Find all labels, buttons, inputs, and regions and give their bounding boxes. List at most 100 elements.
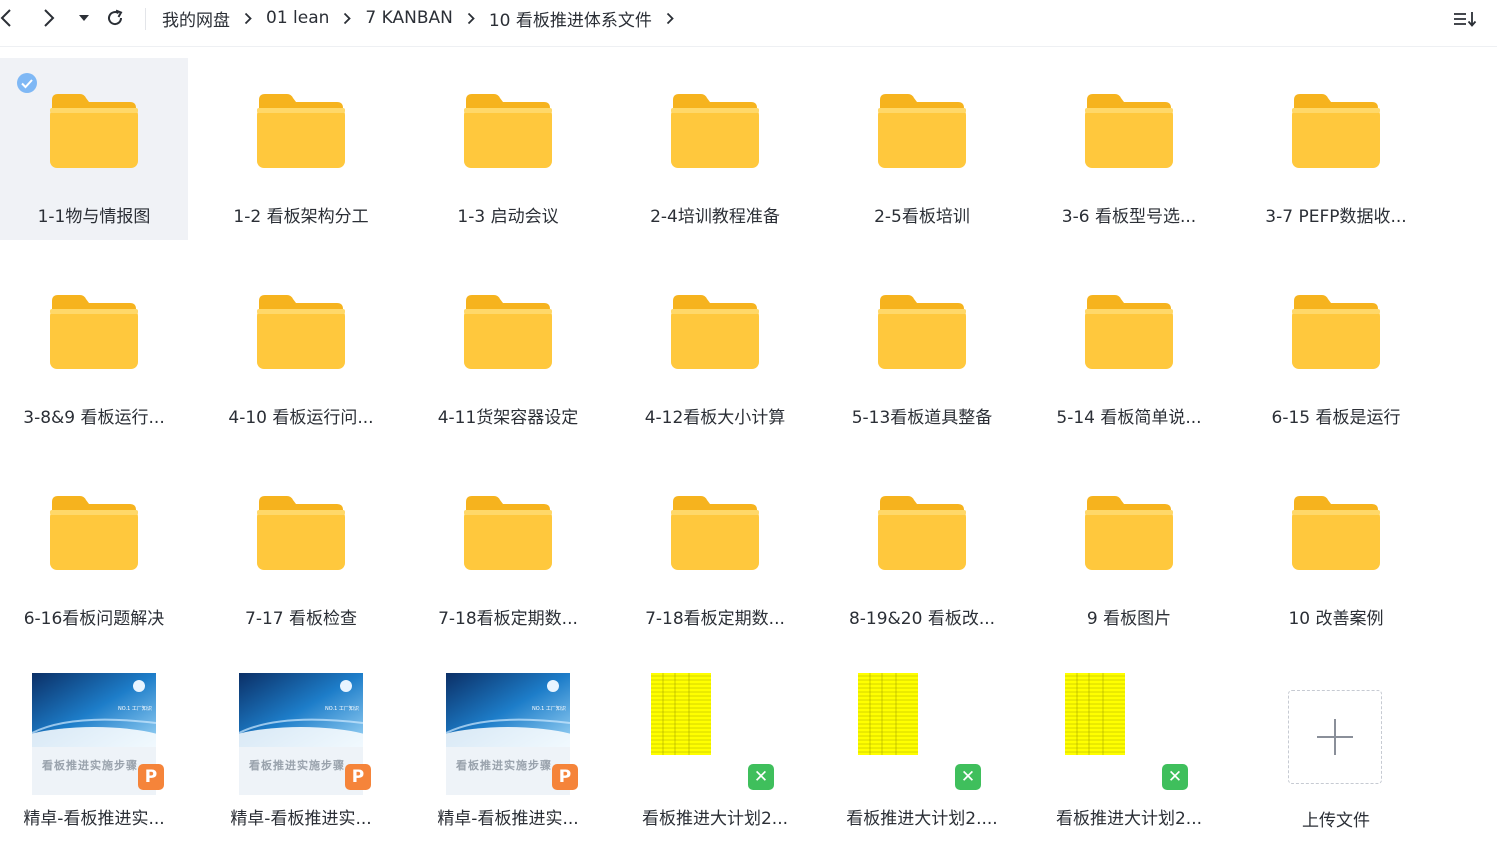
ppt-preview-subtitle: NO.1 工厂知识 (118, 706, 152, 712)
history-dropdown-button[interactable] (76, 4, 92, 32)
folder-icon (878, 94, 966, 168)
folder-thumbnail (414, 460, 602, 600)
folder-thumbnail (621, 58, 809, 198)
folder-name: 4-10 看板运行问... (228, 408, 374, 428)
folder-item[interactable]: 7-17 看板检查 (207, 460, 395, 642)
folder-name: 7-17 看板检查 (245, 609, 357, 629)
excel-file-item[interactable]: ✕ 看板推进大计划2... (1035, 660, 1223, 842)
folder-icon (464, 94, 552, 168)
folder-item[interactable]: 3-7 PEFP数据收... (1242, 58, 1430, 240)
excel-file-badge: ✕ (748, 764, 774, 790)
breadcrumb-item-current[interactable]: 10 看板推进体系文件 (489, 6, 652, 31)
ppt-preview-subtitle: NO.1 工厂知识 (325, 706, 359, 712)
folder-thumbnail (414, 259, 602, 399)
ppt-preview-subtitle: NO.1 工厂知识 (532, 706, 566, 712)
refresh-icon (108, 9, 123, 26)
sort-button[interactable] (1451, 6, 1479, 32)
file-thumbnail: ✕ (621, 660, 809, 800)
folder-item[interactable]: 6-16看板问题解决 (0, 460, 188, 642)
folder-icon (1292, 94, 1380, 168)
folder-icon (257, 94, 345, 168)
folder-name: 1-2 看板架构分工 (233, 207, 369, 227)
folder-name: 4-11货架容器设定 (437, 408, 579, 428)
file-thumbnail: ✕ (828, 660, 1016, 800)
excel-file-item[interactable]: ✕ 看板推进大计划2.... (828, 660, 1016, 842)
folder-name: 5-13看板道具整备 (851, 408, 993, 428)
folder-icon (257, 295, 345, 369)
file-name: 看板推进大计划2... (641, 809, 789, 829)
ppt-file-item[interactable]: NO.1 工厂知识 看板推进实施步骤 P 精卓-看板推进实... (414, 660, 602, 842)
chevron-left-icon (0, 9, 11, 27)
chevron-right-icon (244, 12, 252, 25)
folder-item[interactable]: 8-19&20 看板改... (828, 460, 1016, 642)
ppt-file-item[interactable]: NO.1 工厂知识 看板推进实施步骤 P 精卓-看板推进实... (0, 660, 188, 842)
folder-item[interactable]: 7-18看板定期数... (621, 460, 809, 642)
ppt-file-item[interactable]: NO.1 工厂知识 看板推进实施步骤 P 精卓-看板推进实... (207, 660, 395, 842)
excel-file-item[interactable]: ✕ 看板推进大计划2... (621, 660, 809, 842)
chevron-right-icon (467, 12, 475, 25)
breadcrumb-item-kanban[interactable]: 7 KANBAN (365, 8, 452, 28)
ppt-file-badge: P (345, 764, 371, 790)
file-name: 看板推进大计划2.... (846, 809, 998, 829)
folder-thumbnail (414, 58, 602, 198)
excel-preview (651, 673, 711, 755)
folder-thumbnail (207, 58, 395, 198)
excel-file-badge: ✕ (955, 764, 981, 790)
folder-item[interactable]: 2-5看板培训 (828, 58, 1016, 240)
folder-item[interactable]: 10 改善案例 (1242, 460, 1430, 642)
chevron-right-icon (44, 9, 55, 27)
folder-name: 9 看板图片 (1086, 609, 1172, 629)
file-name: 看板推进大计划2... (1055, 809, 1203, 829)
folder-thumbnail (1035, 460, 1223, 600)
folder-icon (1085, 295, 1173, 369)
folder-item[interactable]: 6-15 看板是运行 (1242, 259, 1430, 441)
ppt-preview-title: 看板推进实施步骤 (42, 759, 138, 772)
file-thumbnail: NO.1 工厂知识 看板推进实施步骤 P (207, 660, 395, 800)
folder-item[interactable]: 5-14 看板简单说... (1035, 259, 1223, 441)
refresh-button[interactable] (104, 4, 126, 32)
upload-button[interactable] (1288, 690, 1382, 784)
folder-name: 6-15 看板是运行 (1271, 408, 1401, 428)
plus-icon (1317, 719, 1353, 755)
forward-button[interactable] (38, 4, 60, 32)
folder-item[interactable]: 7-18看板定期数... (414, 460, 602, 642)
folder-name: 10 改善案例 (1288, 609, 1384, 629)
folder-item[interactable]: 4-12看板大小计算 (621, 259, 809, 441)
folder-item[interactable]: 3-8&9 看板运行... (0, 259, 188, 441)
folder-item[interactable]: 1-3 启动会议 (414, 58, 602, 240)
back-button[interactable] (0, 4, 16, 32)
folder-item[interactable]: 1-2 看板架构分工 (207, 58, 395, 240)
excel-preview (1065, 673, 1125, 755)
folder-thumbnail (828, 259, 1016, 399)
breadcrumb-item-lean[interactable]: 01 lean (266, 8, 329, 28)
folder-icon (878, 295, 966, 369)
folder-item[interactable]: 3-6 看板型号选... (1035, 58, 1223, 240)
folder-thumbnail (1242, 460, 1430, 600)
breadcrumb-item-root[interactable]: 我的网盘 (162, 6, 230, 31)
folder-name: 2-4培训教程准备 (650, 207, 780, 227)
folder-item[interactable]: 5-13看板道具整备 (828, 259, 1016, 441)
folder-item[interactable]: 2-4培训教程准备 (621, 58, 809, 240)
sort-list-icon (1454, 12, 1477, 27)
folder-thumbnail (207, 460, 395, 600)
folder-thumbnail (828, 460, 1016, 600)
folder-icon (1292, 295, 1380, 369)
ppt-file-badge: P (138, 764, 164, 790)
folder-item[interactable]: 4-11货架容器设定 (414, 259, 602, 441)
folder-icon (671, 295, 759, 369)
folder-icon (50, 94, 138, 168)
folder-item[interactable]: 9 看板图片 (1035, 460, 1223, 642)
folder-name: 7-18看板定期数... (645, 609, 785, 629)
folder-item[interactable]: 1-1物与情报图 (0, 58, 188, 240)
chevron-right-icon (666, 12, 674, 25)
folder-icon (878, 496, 966, 570)
folder-icon (257, 496, 345, 570)
file-name: 精卓-看板推进实... (23, 809, 165, 829)
folder-icon (50, 295, 138, 369)
folder-name: 4-12看板大小计算 (644, 408, 786, 428)
folder-icon (671, 496, 759, 570)
folder-item[interactable]: 4-10 看板运行问... (207, 259, 395, 441)
folder-name: 7-18看板定期数... (438, 609, 578, 629)
dropdown-caret-icon (79, 15, 89, 21)
folder-thumbnail (1035, 259, 1223, 399)
